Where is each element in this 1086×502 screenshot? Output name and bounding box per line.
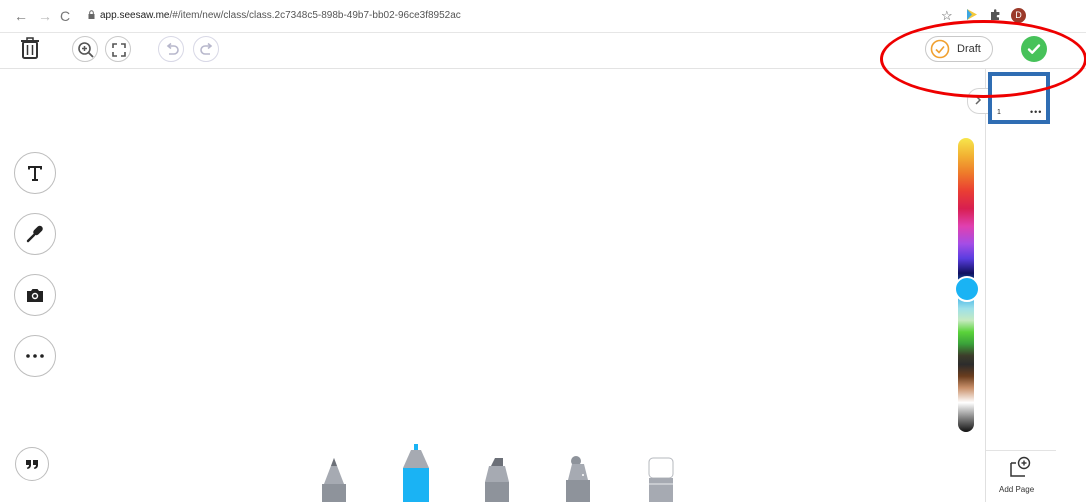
highlighter-tool-icon[interactable] [483, 444, 511, 502]
url-host: app.seesaw.me [100, 10, 170, 21]
more-dots-icon [26, 354, 44, 358]
add-page-divider [986, 450, 1056, 451]
page-menu-icon[interactable]: ••• [1030, 107, 1042, 117]
zoom-in-icon [78, 42, 94, 58]
spray-tool-icon[interactable] [564, 444, 592, 502]
lock-icon [88, 10, 95, 19]
microphone-icon [26, 225, 43, 243]
quote-icon [26, 460, 38, 469]
pages-panel-divider [985, 69, 986, 502]
back-icon[interactable]: ← [14, 8, 28, 24]
zoom-in-button[interactable] [72, 36, 98, 62]
undo-button[interactable] [158, 36, 184, 62]
text-t-icon [28, 166, 42, 181]
annotation-red-ellipse [880, 20, 1086, 98]
marker-tool-icon[interactable] [401, 444, 431, 502]
page-number: 1 [997, 109, 1001, 116]
camera-tool-button[interactable] [14, 274, 56, 316]
forward-icon[interactable]: → [38, 8, 52, 24]
reload-icon[interactable]: C [60, 8, 70, 24]
url-field[interactable]: app.seesaw.me/#/item/new/class/class.2c7… [100, 10, 461, 21]
camera-icon [27, 289, 43, 302]
fullscreen-icon [112, 43, 126, 57]
pencil-tool-icon[interactable] [320, 444, 348, 502]
add-page-icon[interactable] [1008, 455, 1032, 479]
add-page-label[interactable]: Add Page [999, 485, 1034, 494]
fullscreen-button[interactable] [105, 36, 131, 62]
extension-play-icon[interactable] [965, 8, 978, 21]
eraser-tool-icon[interactable] [647, 444, 675, 502]
url-path: /#/item/new/class/class.2c7348c5-898b-49… [169, 10, 461, 21]
voice-tool-button[interactable] [14, 213, 56, 255]
undo-icon [166, 42, 179, 55]
more-tools-button[interactable] [14, 335, 56, 377]
trash-icon[interactable] [18, 36, 42, 60]
redo-icon [200, 42, 213, 55]
caption-button[interactable] [15, 447, 49, 481]
color-slider-knob[interactable] [954, 276, 980, 302]
redo-button[interactable] [193, 36, 219, 62]
text-tool-button[interactable] [14, 152, 56, 194]
